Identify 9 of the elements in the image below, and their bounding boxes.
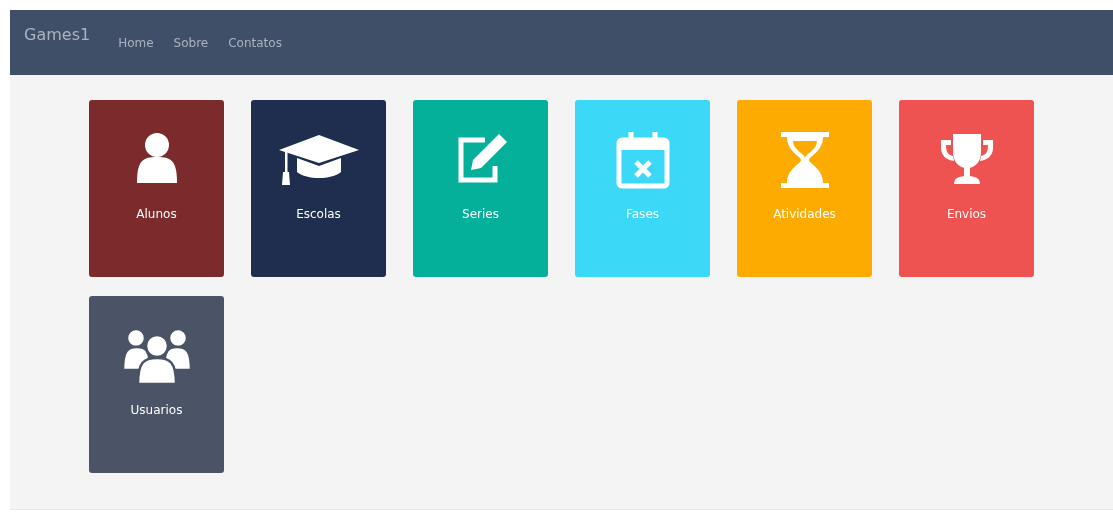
- menu-tile[interactable]: Escolas: [251, 100, 386, 277]
- menu-tile[interactable]: Alunos: [89, 100, 224, 277]
- nav-link[interactable]: Contatos: [228, 36, 282, 50]
- menu-tile[interactable]: Envios: [899, 100, 1034, 277]
- menu-tile[interactable]: Usuarios: [89, 296, 224, 473]
- nav-link[interactable]: Home: [118, 36, 154, 50]
- brand-link[interactable]: Games1: [24, 25, 91, 44]
- nav-link[interactable]: Sobre: [173, 36, 209, 50]
- menu-tile[interactable]: Series: [413, 100, 548, 277]
